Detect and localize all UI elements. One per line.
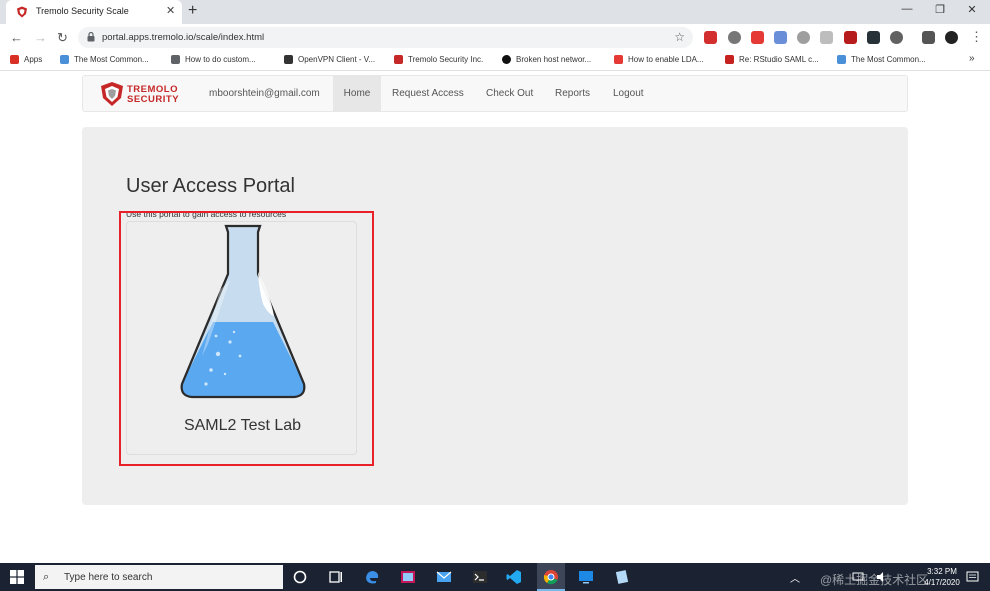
windows-taskbar: ⌕ Type here to search ︿ @稀土掘金技术社区 3:32 P… bbox=[0, 563, 990, 591]
nav-check-out[interactable]: Check Out bbox=[486, 76, 533, 111]
extension-icon[interactable] bbox=[867, 31, 880, 44]
extension-icon[interactable] bbox=[890, 31, 903, 44]
restore-button[interactable]: ❐ bbox=[930, 3, 950, 16]
highlight-box bbox=[119, 211, 374, 466]
tremolo-logo[interactable]: TREMOLO SECURITY bbox=[99, 81, 189, 112]
bookmark-favicon-icon bbox=[614, 55, 623, 64]
back-arrow-icon[interactable]: ← bbox=[10, 30, 23, 45]
search-icon: ⌕ bbox=[43, 571, 50, 583]
bookmark-favicon-icon bbox=[284, 55, 293, 64]
browser-toolbar: ← → ↻ portal.apps.tremolo.io/scale/index… bbox=[0, 24, 990, 51]
tray-chevron-icon[interactable]: ︿ bbox=[790, 570, 800, 585]
nav-request-access[interactable]: Request Access bbox=[392, 76, 464, 111]
profile-avatar[interactable] bbox=[945, 31, 958, 44]
bookmark-item[interactable]: The Most Common... bbox=[60, 55, 149, 64]
extension-icon[interactable] bbox=[774, 31, 787, 44]
close-window-button[interactable]: ✕ bbox=[962, 3, 982, 16]
shield-extension-icon[interactable] bbox=[844, 31, 857, 44]
bookmark-item[interactable]: Re: RStudio SAML c... bbox=[725, 55, 819, 64]
terminal-icon[interactable] bbox=[472, 569, 488, 585]
bookmark-star-icon[interactable]: ☆ bbox=[674, 30, 685, 44]
github-icon bbox=[502, 55, 511, 64]
remote-desktop-icon[interactable] bbox=[578, 569, 594, 585]
extension-icon[interactable] bbox=[751, 31, 764, 44]
bookmark-item[interactable]: Broken host networ... bbox=[502, 55, 591, 64]
bookmark-item[interactable]: The Most Common... bbox=[837, 55, 926, 64]
bookmark-item[interactable]: OpenVPN Client - V... bbox=[284, 55, 375, 64]
extension-icon[interactable] bbox=[704, 31, 717, 44]
bookmarks-bar: Apps The Most Common... How to do custom… bbox=[0, 51, 990, 71]
cortana-icon[interactable] bbox=[292, 569, 308, 585]
bookmark-item[interactable]: How to do custom... bbox=[171, 55, 256, 64]
reload-icon[interactable]: ↻ bbox=[57, 30, 68, 46]
browser-tab[interactable]: Tremolo Security Scale ✕ bbox=[6, 0, 182, 24]
clock-time: 3:32 PM bbox=[927, 567, 957, 576]
watermark-text: @稀土掘金技术社区 bbox=[820, 573, 929, 587]
portal-jumbotron: User Access Portal Use this portal to ga… bbox=[82, 127, 908, 505]
bookmarks-overflow-button[interactable]: » bbox=[969, 53, 975, 64]
nav-logout[interactable]: Logout bbox=[613, 76, 644, 111]
portal-navbar: TREMOLO SECURITY mboorshtein@gmail.com H… bbox=[82, 75, 908, 112]
user-email: mboorshtein@gmail.com bbox=[209, 88, 320, 99]
tab-close-icon[interactable]: ✕ bbox=[166, 4, 175, 17]
nav-reports[interactable]: Reports bbox=[555, 76, 590, 111]
notification-center-icon[interactable] bbox=[966, 571, 979, 584]
chrome-icon[interactable] bbox=[543, 569, 559, 585]
lock-icon bbox=[87, 32, 95, 42]
tab-title: Tremolo Security Scale bbox=[36, 6, 129, 16]
search-placeholder: Type here to search bbox=[64, 572, 153, 583]
bookmark-favicon-icon bbox=[171, 55, 180, 64]
nav-home[interactable]: Home bbox=[333, 76, 381, 111]
forward-arrow-icon[interactable]: → bbox=[34, 30, 47, 45]
edge-browser-icon[interactable] bbox=[364, 569, 380, 585]
vscode-icon[interactable] bbox=[506, 569, 522, 585]
bookmark-item[interactable]: Tremolo Security Inc. bbox=[394, 55, 483, 64]
bookmark-favicon-icon bbox=[394, 55, 403, 64]
minimize-button[interactable]: — bbox=[897, 3, 917, 15]
new-tab-button[interactable]: + bbox=[188, 2, 197, 20]
app-taskbar-icon[interactable] bbox=[400, 569, 416, 585]
taskbar-search-input[interactable]: ⌕ Type here to search bbox=[35, 565, 283, 589]
windows-start-icon[interactable] bbox=[10, 570, 24, 584]
task-view-icon[interactable] bbox=[328, 569, 344, 585]
bookmark-favicon-icon bbox=[837, 55, 846, 64]
bookmark-favicon-icon bbox=[60, 55, 69, 64]
notepad-icon[interactable] bbox=[614, 569, 630, 585]
address-bar[interactable]: portal.apps.tremolo.io/scale/index.html … bbox=[78, 27, 693, 48]
page-title: User Access Portal bbox=[126, 175, 295, 197]
bookmark-item[interactable]: Apps bbox=[10, 55, 42, 64]
clock-date: 4/17/2020 bbox=[924, 578, 960, 587]
brand-tagline: SECURITY bbox=[127, 94, 180, 105]
taskbar-clock[interactable]: 3:32 PM 4/17/2020 bbox=[920, 566, 964, 588]
extension-icon[interactable] bbox=[797, 31, 810, 44]
url-text: portal.apps.tremolo.io/scale/index.html bbox=[102, 32, 265, 43]
key-icon[interactable] bbox=[922, 31, 935, 44]
extension-icon[interactable] bbox=[820, 31, 833, 44]
tremolo-favicon-icon bbox=[17, 6, 27, 18]
gmail-icon bbox=[725, 55, 734, 64]
wordpress-extension-icon[interactable] bbox=[728, 31, 741, 44]
mail-icon[interactable] bbox=[436, 569, 452, 585]
menu-kebab-icon[interactable]: ⋮ bbox=[970, 29, 983, 45]
browser-tab-strip: Tremolo Security Scale ✕ + — ❐ ✕ bbox=[0, 0, 990, 24]
apps-grid-icon bbox=[10, 55, 19, 64]
bookmark-item[interactable]: How to enable LDA... bbox=[614, 55, 704, 64]
